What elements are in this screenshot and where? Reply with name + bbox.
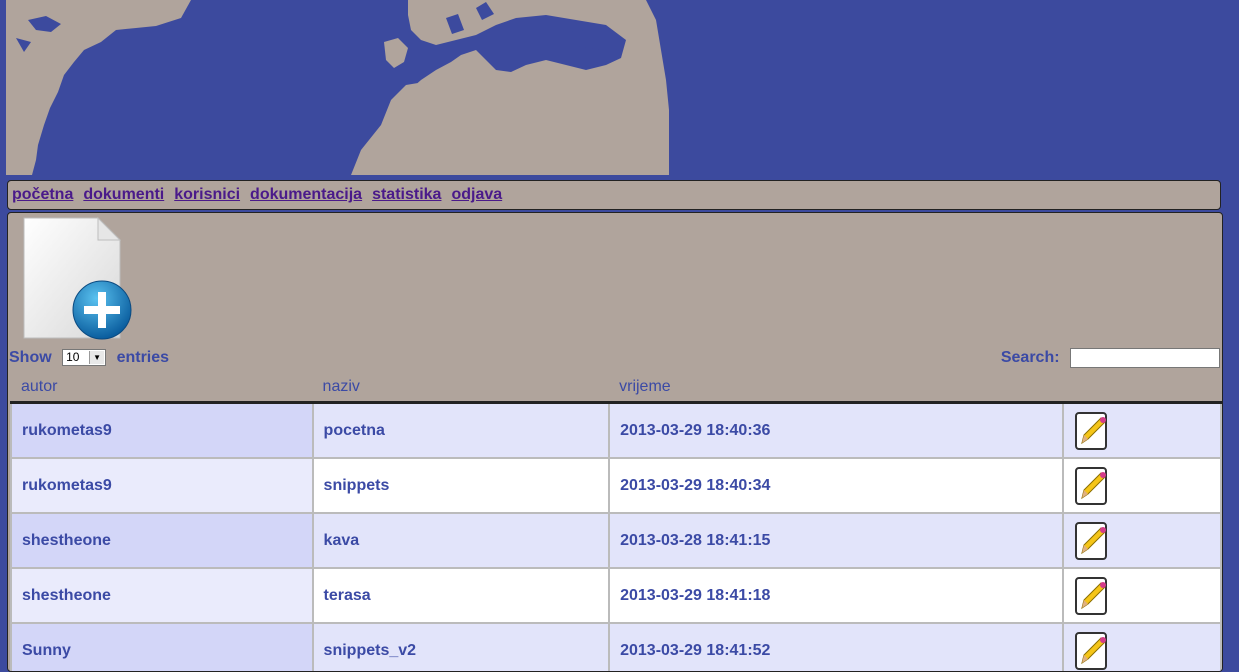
table-row: rukometas9 snippets 2013-03-29 18:40:34 xyxy=(10,457,1222,514)
documents-panel: Show 10 ▼ entries Search: autor naziv vri… xyxy=(7,212,1223,672)
nav-link-statistika[interactable]: statistika xyxy=(372,186,441,203)
cell-actions xyxy=(1062,457,1222,514)
world-map-banner xyxy=(6,0,669,175)
page-length-control: Show 10 ▼ entries xyxy=(9,349,169,367)
entries-label: entries xyxy=(116,349,170,366)
main-navigation: početna dokumenti korisnici dokumentacija st… xyxy=(7,180,1221,210)
table-row: Sunny snippets_v2 2013-03-29 18:41:52 xyxy=(10,622,1222,671)
search-input[interactable] xyxy=(1070,348,1220,368)
cell-vrijeme: 2013-03-29 18:40:34 xyxy=(608,457,1065,514)
cell-naziv: terasa xyxy=(311,567,611,624)
search-control: Search: xyxy=(1001,348,1220,368)
search-label: Search: xyxy=(1000,349,1060,367)
new-document-plus-icon xyxy=(23,216,132,340)
cell-vrijeme: 2013-03-28 18:41:15 xyxy=(608,512,1065,569)
cell-naziv: snippets xyxy=(311,457,611,514)
page-length-value: 10 xyxy=(66,350,80,365)
page-length-select[interactable]: 10 ▼ xyxy=(62,349,107,367)
cell-autor: rukometas9 xyxy=(10,457,314,514)
nav-link-dokumentacija[interactable]: dokumentacija xyxy=(250,186,362,203)
nav-link-korisnici[interactable]: korisnici xyxy=(174,186,240,203)
cell-naziv: snippets_v2 xyxy=(311,622,611,671)
cell-vrijeme: 2013-03-29 18:40:36 xyxy=(608,401,1065,459)
cell-naziv: kava xyxy=(311,512,611,569)
edit-pencil-icon[interactable] xyxy=(1074,576,1108,616)
cell-autor: shestheone xyxy=(10,567,314,624)
edit-pencil-icon[interactable] xyxy=(1074,411,1108,451)
cell-actions xyxy=(1062,512,1222,569)
edit-pencil-icon[interactable] xyxy=(1074,521,1108,561)
nav-link-dokumenti[interactable]: dokumenti xyxy=(83,186,164,203)
cell-autor: Sunny xyxy=(10,622,314,671)
table-row: rukometas9 pocetna 2013-03-29 18:40:36 xyxy=(10,401,1222,459)
documents-table: autor naziv vrijeme rukometas9 pocetna 2… xyxy=(10,373,1222,671)
chevron-down-icon: ▼ xyxy=(89,351,105,365)
nav-link-pocetna[interactable]: početna xyxy=(12,186,73,203)
table-row: shestheone kava 2013-03-28 18:41:15 xyxy=(10,512,1222,569)
show-label: Show xyxy=(9,349,52,366)
table-header-row: autor naziv vrijeme xyxy=(11,373,1221,404)
cell-naziv: pocetna xyxy=(311,401,611,459)
cell-actions xyxy=(1062,567,1222,624)
cell-autor: shestheone xyxy=(10,512,314,569)
cell-autor: rukometas9 xyxy=(10,401,314,459)
column-header-actions xyxy=(1063,373,1221,404)
new-document-button[interactable] xyxy=(22,216,134,340)
cell-vrijeme: 2013-03-29 18:41:18 xyxy=(608,567,1065,624)
column-header-naziv[interactable]: naziv xyxy=(312,373,610,404)
edit-pencil-icon[interactable] xyxy=(1074,631,1108,671)
cell-actions xyxy=(1062,401,1222,459)
table-row: shestheone terasa 2013-03-29 18:41:18 xyxy=(10,567,1222,624)
edit-pencil-icon[interactable] xyxy=(1074,466,1108,506)
cell-vrijeme: 2013-03-29 18:41:52 xyxy=(608,622,1065,671)
cell-actions xyxy=(1062,622,1222,671)
column-header-vrijeme[interactable]: vrijeme xyxy=(609,373,1064,404)
column-header-autor[interactable]: autor xyxy=(11,373,313,404)
nav-link-odjava[interactable]: odjava xyxy=(451,186,502,203)
